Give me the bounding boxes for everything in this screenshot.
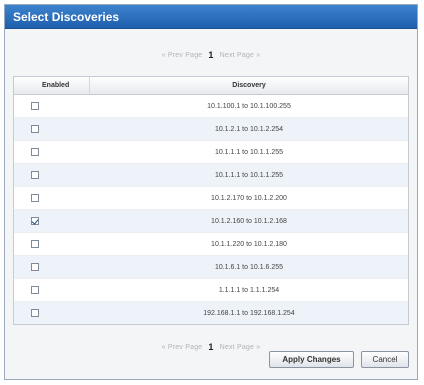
enabled-checkbox[interactable] [31, 217, 39, 225]
discovery-range: 10.1.100.1 to 10.1.100.255 [207, 102, 291, 110]
enabled-cell [14, 164, 90, 186]
table-header: Enabled Discovery [14, 77, 408, 95]
table-row: 10.1.1.1 to 10.1.1.255 [14, 164, 408, 187]
enabled-checkbox[interactable] [31, 194, 39, 202]
enabled-cell [14, 210, 90, 232]
enabled-checkbox[interactable] [31, 148, 39, 156]
dialog-actions: Apply Changes Cancel [269, 351, 409, 368]
enabled-cell [14, 118, 90, 140]
select-discoveries-dialog: Select Discoveries « Prev Page 1 Next Pa… [4, 4, 418, 380]
dialog-title: Select Discoveries [5, 5, 417, 29]
next-page-link[interactable]: Next Page » [220, 52, 261, 59]
page-number: 1 [208, 342, 214, 352]
column-header-discovery[interactable]: Discovery [90, 77, 408, 94]
table-row: 10.1.1.220 to 10.1.2.180 [14, 233, 408, 256]
enabled-checkbox[interactable] [31, 102, 39, 110]
discovery-range: 10.1.1.1 to 10.1.1.255 [214, 171, 284, 179]
apply-changes-button[interactable]: Apply Changes [269, 351, 354, 368]
table-row: 1.1.1.1 to 1.1.1.254 [14, 279, 408, 302]
table-body: 10.1.100.1 to 10.1.100.255 10.1.2.1 to 10… [14, 95, 408, 324]
enabled-checkbox[interactable] [31, 171, 39, 179]
enabled-cell [14, 256, 90, 278]
cancel-button[interactable]: Cancel [361, 351, 409, 368]
table-row: 10.1.1.1 to 10.1.1.255 [14, 141, 408, 164]
enabled-cell [14, 187, 90, 209]
enabled-cell [14, 95, 90, 117]
enabled-cell [14, 302, 90, 324]
column-header-enabled[interactable]: Enabled [14, 77, 90, 94]
page-number: 1 [208, 50, 214, 60]
prev-page-link[interactable]: « Prev Page [162, 52, 203, 59]
discovery-range: 192.168.1.1 to 192.168.1.254 [203, 309, 295, 317]
prev-page-link[interactable]: « Prev Page [162, 344, 203, 351]
discovery-range: 10.1.2.170 to 10.1.2.200 [211, 194, 287, 202]
enabled-cell [14, 279, 90, 301]
next-page-link[interactable]: Next Page » [220, 344, 261, 351]
enabled-checkbox[interactable] [31, 286, 39, 294]
table-row: 10.1.100.1 to 10.1.100.255 [14, 95, 408, 118]
enabled-checkbox[interactable] [31, 263, 39, 271]
enabled-checkbox[interactable] [31, 309, 39, 317]
discovery-range: 10.1.1.1 to 10.1.1.255 [214, 148, 284, 156]
discovery-range: 10.1.2.1 to 10.1.2.254 [214, 125, 284, 133]
discovery-range: 10.1.6.1 to 10.1.6.255 [214, 263, 284, 271]
enabled-cell [14, 233, 90, 255]
table-row: 192.168.1.1 to 192.168.1.254 [14, 302, 408, 324]
table-row: 10.1.6.1 to 10.1.6.255 [14, 256, 408, 279]
table-row: 10.1.2.160 to 10.1.2.168 [14, 210, 408, 233]
table-row: 10.1.2.170 to 10.1.2.200 [14, 187, 408, 210]
pager-top: « Prev Page 1 Next Page » [5, 46, 417, 64]
enabled-checkbox[interactable] [31, 240, 39, 248]
discovery-range: 10.1.2.160 to 10.1.2.168 [211, 217, 287, 225]
discovery-range: 10.1.1.220 to 10.1.2.180 [211, 240, 287, 248]
discovery-range: 1.1.1.1 to 1.1.1.254 [218, 286, 280, 294]
enabled-cell [14, 141, 90, 163]
table-row: 10.1.2.1 to 10.1.2.254 [14, 118, 408, 141]
discoveries-table: Enabled Discovery 10.1.100.1 to 10.1.100… [13, 76, 409, 325]
enabled-checkbox[interactable] [31, 125, 39, 133]
